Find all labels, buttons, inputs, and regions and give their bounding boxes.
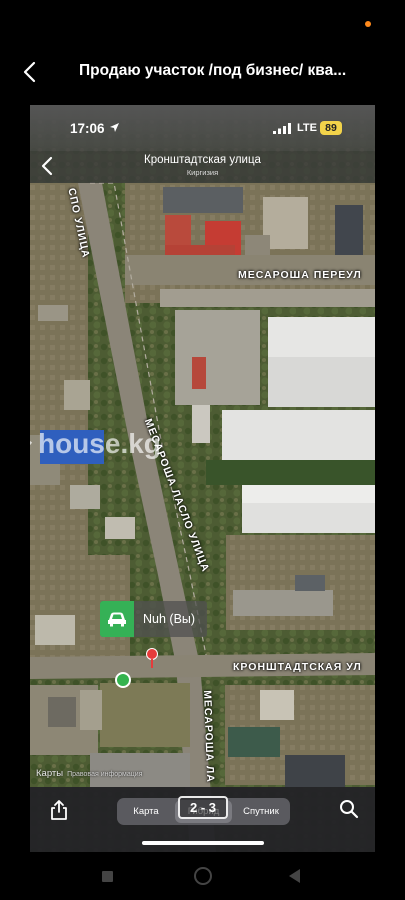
map-attribution[interactable]: Карты Правовая информация [36, 768, 142, 779]
notification-dot [365, 21, 371, 27]
status-time: 17:06 [70, 121, 105, 136]
street-label-kronshtadt: КРОНШТАДТСКАЯ УЛ [233, 661, 362, 673]
home-button[interactable] [194, 867, 212, 885]
user-location-label: Nuh (Вы) [143, 612, 196, 626]
segment-map[interactable]: Карта [117, 798, 175, 825]
android-navigation-bar [0, 856, 405, 900]
current-location-dot[interactable] [115, 672, 131, 688]
segment-satellite[interactable]: Спутник [232, 798, 290, 825]
photo-page-indicator: 2 - 3 [178, 796, 228, 819]
user-location-callout[interactable]: Nuh (Вы) [100, 601, 208, 637]
car-icon [100, 601, 134, 637]
chevron-left-icon [23, 61, 36, 83]
map-header-title: Кронштадтская улица [144, 154, 261, 166]
home-indicator [142, 841, 264, 845]
battery-badge: 89 [320, 121, 342, 135]
network-label: LTE [297, 122, 317, 134]
legal-link[interactable]: Правовая информация [67, 771, 142, 778]
recent-apps-button[interactable] [102, 871, 113, 882]
inner-status-bar: 17:06 LTE 89 [30, 105, 375, 151]
listing-photo[interactable]: СПО УЛИЦА МЕСАРОША ПЕРЕУЛ МЕСАРОША ЛАСЛО… [30, 105, 375, 852]
location-arrow-icon [110, 123, 119, 132]
house-icon [30, 440, 33, 446]
street-label-mesarosha-lane: МЕСАРОША ПЕРЕУЛ [238, 269, 362, 281]
back-triangle-icon[interactable] [288, 868, 301, 884]
app-header: Продаю участок /под бизнес/ ква... [0, 50, 405, 94]
map-header: Кронштадтская улица Киргизия [30, 151, 375, 183]
share-icon[interactable] [49, 799, 69, 821]
map-header-subtitle: Киргизия [186, 168, 219, 177]
map-pin-icon[interactable] [145, 648, 159, 668]
back-button[interactable] [14, 54, 44, 90]
signal-icon [273, 123, 291, 134]
house-kg-watermark: house.kg [30, 428, 161, 460]
listing-title: Продаю участок /под бизнес/ ква... [79, 62, 347, 79]
search-icon[interactable] [339, 799, 359, 819]
app-screen: Продаю участок /под бизнес/ ква... СПО У… [0, 0, 405, 900]
